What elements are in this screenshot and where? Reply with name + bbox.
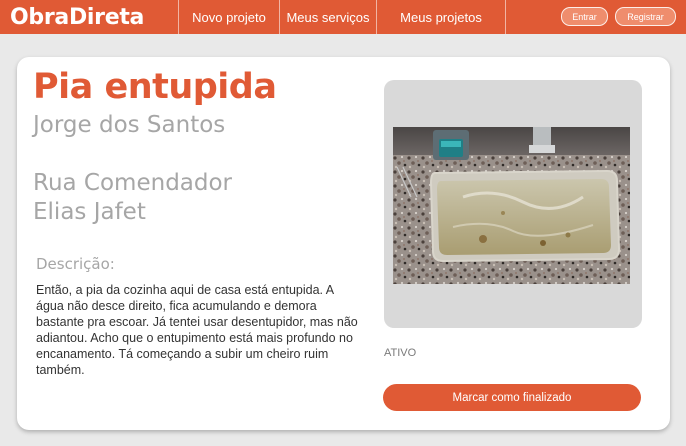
service-address: Rua Comendador Elias Jafet [33,170,233,225]
client-name: Jorge dos Santos [33,112,226,138]
description-label: Descrição: [36,255,115,273]
service-title: Pia entupida [33,67,277,107]
nav-new-project[interactable]: Novo projeto [178,0,279,34]
login-button[interactable]: Entrar [561,7,608,26]
nav-my-projects[interactable]: Meus projetos [376,0,506,34]
service-photo [393,127,630,284]
description-text: Então, a pia da cozinha aqui de casa est… [36,283,358,377]
top-navigation-bar: ObraDireta Novo projeto Meus serviços Me… [0,0,686,34]
mark-finished-button[interactable]: Marcar como finalizado [383,384,641,411]
nav-my-services[interactable]: Meus serviços [279,0,376,34]
photo-frame [384,80,642,328]
status-label: ATIVO [384,347,417,359]
register-button[interactable]: Registrar [615,7,676,26]
service-detail-card: Pia entupida Jorge dos Santos Rua Comend… [17,57,670,430]
brand-logo[interactable]: ObraDireta [0,0,178,34]
